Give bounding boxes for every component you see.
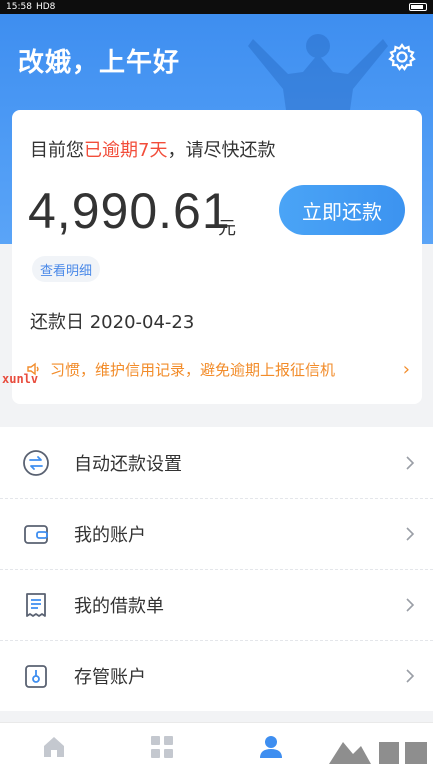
menu-label: 我的借款单 bbox=[74, 595, 164, 617]
overdue-suffix: ，请尽快还款 bbox=[167, 140, 276, 161]
chevron-right-icon bbox=[406, 597, 415, 612]
view-details-link[interactable]: 查看明细 bbox=[32, 256, 101, 282]
chevron-right-icon bbox=[406, 668, 415, 683]
network-label: HD8 bbox=[35, 2, 56, 12]
tab-home[interactable] bbox=[0, 733, 108, 761]
notice-bar[interactable]: 习惯，维护信用记录，避免逾期上报征信机 › bbox=[26, 356, 410, 382]
battery-icon bbox=[409, 3, 427, 11]
auto-repay-icon bbox=[23, 449, 49, 476]
menu-label: 我的账户 bbox=[74, 524, 146, 546]
loan-bill-icon bbox=[26, 592, 46, 617]
repayment-card: 目前您已逾期7天，请尽快还款 4,990.61 元 立即还款 查看明细 还款日 … bbox=[12, 110, 422, 404]
overdue-notice: 目前您已逾期7天，请尽快还款 bbox=[30, 136, 275, 162]
home-icon bbox=[44, 736, 65, 757]
chevron-right-icon: › bbox=[402, 358, 410, 380]
menu-item-loan-bills[interactable]: 我的借款单 bbox=[0, 569, 433, 640]
menu-label: 存管账户 bbox=[74, 666, 146, 688]
watermark-text: xunlv bbox=[2, 372, 39, 386]
user-icon bbox=[259, 735, 282, 758]
greeting-text: 改娥，上午好 bbox=[18, 48, 181, 78]
apps-icon bbox=[151, 735, 174, 758]
status-time: 15:58 bbox=[6, 2, 32, 12]
menu-item-custody-account[interactable]: 存管账户 bbox=[0, 640, 433, 711]
notice-text: 习惯，维护信用记录，避免逾期上报征信机 bbox=[50, 360, 336, 379]
repay-now-button[interactable]: 立即还款 bbox=[279, 185, 405, 235]
menu-item-auto-repay[interactable]: 自动还款设置 bbox=[0, 427, 433, 498]
menu-list: 自动还款设置 我的账户 我的借款单 存管账户 bbox=[0, 427, 433, 711]
due-date: 还款日 2020-04-23 bbox=[30, 312, 195, 333]
status-bar: 15:58 HD8 bbox=[0, 0, 433, 14]
custody-account-icon bbox=[25, 664, 47, 688]
overdue-days: 已逾期7天 bbox=[84, 140, 168, 161]
overdue-prefix: 目前您 bbox=[30, 140, 84, 161]
amount-unit: 元 bbox=[218, 218, 236, 239]
wallet-icon bbox=[24, 524, 48, 544]
chevron-right-icon bbox=[406, 455, 415, 470]
settings-gear-icon[interactable] bbox=[387, 42, 417, 72]
due-amount: 4,990.61 bbox=[28, 183, 231, 239]
menu-label: 自动还款设置 bbox=[74, 453, 182, 475]
menu-item-my-account[interactable]: 我的账户 bbox=[0, 498, 433, 569]
brand-watermark-logo bbox=[329, 742, 427, 764]
tab-apps[interactable] bbox=[108, 733, 216, 761]
chevron-right-icon bbox=[406, 526, 415, 541]
tab-profile[interactable] bbox=[217, 733, 325, 761]
